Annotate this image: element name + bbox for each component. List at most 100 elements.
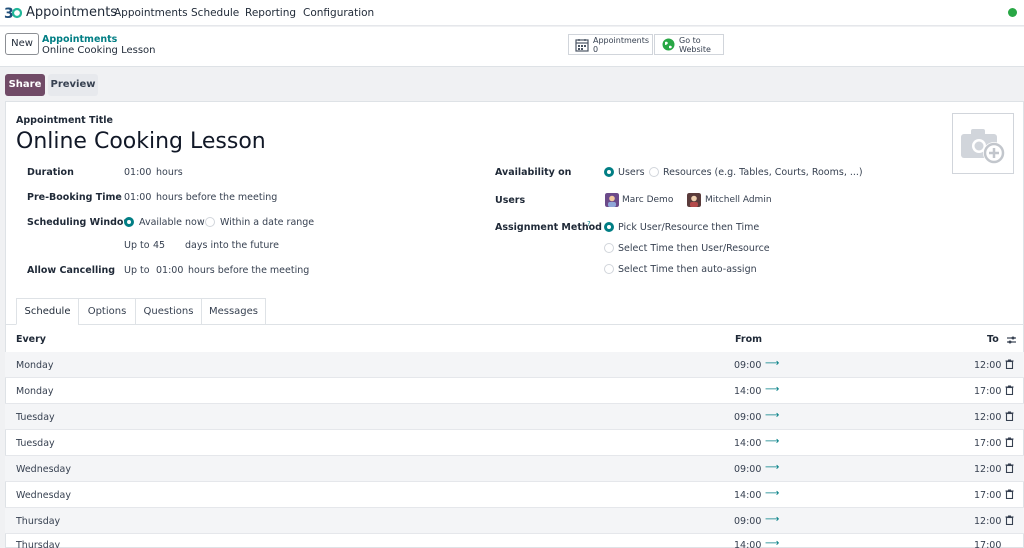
table-row[interactable]: Wednesday 09:00 ⟶ 12:00 — [5, 456, 1024, 482]
row-from[interactable]: 09:00 — [734, 360, 761, 371]
nav-item-appointments[interactable]: Appointments — [114, 7, 188, 19]
calendar-icon — [575, 38, 589, 52]
share-button[interactable]: Share — [5, 74, 45, 96]
long-arrow-right-icon: ⟶ — [765, 538, 780, 548]
row-day: Tuesday — [16, 412, 55, 423]
cancel-suffix: hours before the meeting — [188, 265, 310, 276]
row-to[interactable]: 12:00 — [974, 360, 1001, 371]
table-row[interactable]: Wednesday 14:00 ⟶ 17:00 — [5, 482, 1024, 508]
row-to[interactable]: 12:00 — [974, 516, 1001, 527]
go-to-website-button[interactable]: Go to Website — [654, 34, 724, 55]
row-from[interactable]: 14:00 — [734, 386, 761, 397]
long-arrow-right-icon: ⟶ — [765, 410, 780, 421]
avatar[interactable] — [605, 193, 619, 207]
cancel-prefix: Up to — [124, 265, 150, 276]
row-to[interactable]: 17:00 — [974, 540, 1001, 548]
preview-button[interactable]: Preview — [48, 74, 98, 96]
image-upload[interactable] — [952, 113, 1014, 174]
availability-resources-radio[interactable] — [649, 167, 659, 177]
appointment-title-input[interactable]: Online Cooking Lesson — [16, 129, 266, 154]
assign-time-user-radio[interactable] — [604, 243, 614, 253]
user-tag-mitchell-admin[interactable]: Mitchell Admin — [705, 195, 772, 205]
cancel-input[interactable]: 01:00 — [156, 265, 183, 276]
row-from[interactable]: 09:00 — [734, 464, 761, 475]
trash-icon[interactable] — [1005, 411, 1014, 421]
table-row[interactable]: Monday 14:00 ⟶ 17:00 — [5, 378, 1024, 404]
avatar[interactable] — [687, 193, 701, 207]
available-now-label: Available now — [139, 217, 205, 228]
tab-schedule[interactable]: Schedule — [16, 298, 79, 325]
table-row[interactable]: Monday 09:00 ⟶ 12:00 — [5, 352, 1024, 378]
table-row[interactable]: Thursday 09:00 ⟶ 12:00 — [5, 508, 1024, 534]
smart-website-line2: Website — [679, 44, 711, 54]
available-now-radio[interactable] — [124, 217, 134, 227]
row-to[interactable]: 12:00 — [974, 412, 1001, 423]
new-button[interactable]: New — [5, 33, 39, 55]
trash-icon[interactable] — [1005, 385, 1014, 395]
smart-website-line1: Go to — [679, 35, 701, 45]
upto-suffix: days into the future — [185, 240, 279, 251]
row-day: Monday — [16, 386, 54, 397]
top-navbar: 3 Appointments Appointments Schedule Rep… — [0, 0, 1024, 26]
breadcrumb-current: Online Cooking Lesson — [42, 45, 156, 56]
status-dot[interactable] — [1008, 8, 1017, 17]
assignment-method-label: Assignment Method — [495, 222, 602, 233]
app-title[interactable]: Appointments — [26, 5, 117, 20]
nav-item-reporting[interactable]: Reporting — [245, 7, 296, 19]
duration-input[interactable]: 01:00 — [124, 167, 151, 178]
row-from[interactable]: 14:00 — [734, 540, 761, 548]
assign-auto-label: Select Time then auto-assign — [618, 264, 757, 275]
column-from[interactable]: From — [735, 334, 762, 345]
row-from[interactable]: 14:00 — [734, 438, 761, 449]
table-row[interactable]: Tuesday 09:00 ⟶ 12:00 — [5, 404, 1024, 430]
app-logo-icon[interactable]: 3 — [4, 4, 22, 22]
trash-icon[interactable] — [1005, 489, 1014, 499]
user-tag-marc-demo[interactable]: Marc Demo — [622, 195, 673, 205]
column-every[interactable]: Every — [16, 334, 46, 345]
trash-icon[interactable] — [1005, 463, 1014, 473]
row-from[interactable]: 14:00 — [734, 490, 761, 501]
row-day: Thursday — [16, 540, 61, 548]
column-to[interactable]: To — [987, 334, 999, 345]
table-row[interactable]: Tuesday 14:00 ⟶ 17:00 — [5, 430, 1024, 456]
appointment-title-label: Appointment Title — [16, 115, 113, 126]
optional-columns-icon[interactable] — [1006, 335, 1017, 345]
assign-auto-radio[interactable] — [604, 264, 614, 274]
prebooking-input[interactable]: 01:00 — [124, 192, 151, 203]
control-panel: New Appointments Online Cooking Lesson A… — [0, 27, 1024, 82]
table-row[interactable]: Thursday 14:00 ⟶ 17:00 — [5, 534, 1024, 548]
nav-item-schedule[interactable]: Schedule — [191, 7, 239, 19]
duration-unit: hours — [156, 167, 183, 178]
breadcrumb-parent[interactable]: Appointments — [42, 34, 117, 45]
nav-item-configuration[interactable]: Configuration — [303, 7, 374, 19]
assign-time-user-label: Select Time then User/Resource — [618, 243, 770, 254]
long-arrow-right-icon: ⟶ — [765, 358, 780, 369]
row-from[interactable]: 09:00 — [734, 516, 761, 527]
availability-label: Availability on — [495, 167, 572, 178]
row-to[interactable]: 17:00 — [974, 490, 1001, 501]
tab-messages[interactable]: Messages — [201, 298, 266, 325]
prebooking-label: Pre-Booking Time — [27, 192, 122, 203]
help-tooltip-icon[interactable]: ? — [587, 220, 591, 228]
date-range-radio[interactable] — [205, 217, 215, 227]
upto-days-input[interactable]: 45 — [153, 240, 165, 251]
upto-label: Up to — [124, 240, 150, 251]
tab-options[interactable]: Options — [78, 298, 136, 325]
trash-icon[interactable] — [1005, 359, 1014, 369]
long-arrow-right-icon: ⟶ — [765, 384, 780, 395]
long-arrow-right-icon: ⟶ — [765, 514, 780, 525]
tab-questions[interactable]: Questions — [135, 298, 202, 325]
row-to[interactable]: 17:00 — [974, 386, 1001, 397]
users-label: Users — [495, 195, 526, 206]
long-arrow-right-icon: ⟶ — [765, 462, 780, 473]
trash-icon[interactable] — [1005, 515, 1014, 525]
availability-users-radio[interactable] — [604, 167, 614, 177]
appointments-smart-button[interactable]: Appointments 0 — [568, 34, 653, 55]
availability-resources-label: Resources (e.g. Tables, Courts, Rooms, .… — [663, 167, 863, 178]
row-day: Tuesday — [16, 438, 55, 449]
assign-pick-user-radio[interactable] — [604, 222, 614, 232]
row-to[interactable]: 17:00 — [974, 438, 1001, 449]
trash-icon[interactable] — [1005, 437, 1014, 447]
row-to[interactable]: 12:00 — [974, 464, 1001, 475]
row-from[interactable]: 09:00 — [734, 412, 761, 423]
